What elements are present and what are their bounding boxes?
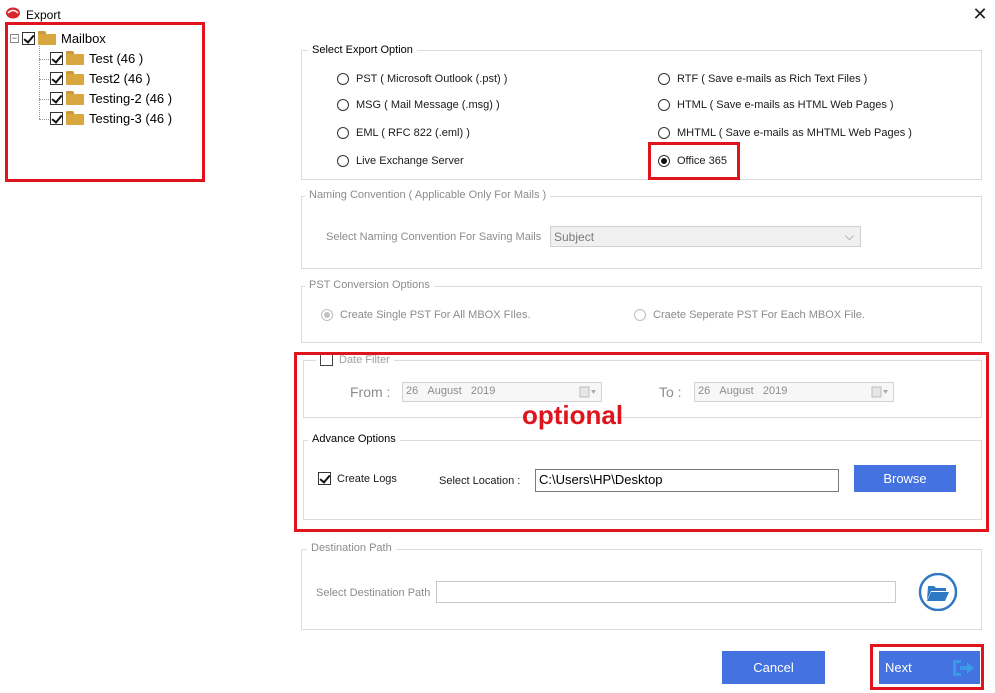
radio-label: Create Single PST For All MBOX FIles. bbox=[340, 309, 531, 321]
radio-label: RTF ( Save e-mails as Rich Text Files ) bbox=[677, 73, 868, 85]
naming-legend: Naming Convention ( Applicable Only For … bbox=[305, 189, 551, 201]
radio-label: PST ( Microsoft Outlook (.pst) ) bbox=[356, 73, 508, 85]
radio-label: MSG ( Mail Message (.msg) ) bbox=[356, 99, 500, 111]
radio-label: HTML ( Save e-mails as HTML Web Pages ) bbox=[677, 99, 894, 111]
destination-label: Select Destination Path bbox=[316, 587, 431, 599]
radio-circle[interactable] bbox=[337, 127, 349, 139]
radio-circle[interactable] bbox=[634, 309, 646, 321]
pst-conversion-legend: PST Conversion Options bbox=[305, 279, 434, 291]
radio-circle[interactable] bbox=[658, 127, 670, 139]
radio-label: Live Exchange Server bbox=[356, 155, 464, 167]
radio-circle[interactable] bbox=[321, 309, 333, 321]
radio-circle[interactable] bbox=[658, 73, 670, 85]
radio-label: Craete Seperate PST For Each MBOX File. bbox=[653, 309, 865, 321]
highlight-office365 bbox=[648, 142, 740, 180]
radio-html[interactable]: HTML ( Save e-mails as HTML Web Pages ) bbox=[658, 99, 894, 111]
radio-separate-pst[interactable]: Craete Seperate PST For Each MBOX File. bbox=[634, 309, 865, 321]
radio-circle[interactable] bbox=[337, 99, 349, 111]
highlight-next bbox=[870, 644, 984, 690]
naming-select[interactable]: Subject ⌵ bbox=[550, 226, 861, 247]
radio-live-exchange[interactable]: Live Exchange Server bbox=[337, 155, 464, 167]
radio-pst[interactable]: PST ( Microsoft Outlook (.pst) ) bbox=[337, 73, 507, 85]
radio-eml[interactable]: EML ( RFC 822 (.eml) ) bbox=[337, 127, 470, 139]
destination-legend: Destination Path bbox=[307, 542, 396, 554]
folder-open-icon[interactable] bbox=[918, 573, 958, 611]
highlight-tree bbox=[5, 22, 205, 182]
radio-msg[interactable]: MSG ( Mail Message (.msg) ) bbox=[337, 99, 500, 111]
radio-mhtml[interactable]: MHTML ( Save e-mails as MHTML Web Pages … bbox=[658, 127, 912, 139]
destination-input[interactable] bbox=[436, 581, 896, 603]
close-icon[interactable]: ✕ bbox=[970, 4, 990, 24]
highlight-optional bbox=[294, 352, 989, 532]
cancel-button[interactable]: Cancel bbox=[722, 651, 825, 684]
naming-select-value: Subject bbox=[554, 230, 595, 244]
radio-circle[interactable] bbox=[658, 99, 670, 111]
radio-label: MHTML ( Save e-mails as MHTML Web Pages … bbox=[677, 127, 912, 139]
radio-label: EML ( RFC 822 (.eml) ) bbox=[356, 127, 470, 139]
chevron-down-icon: ⌵ bbox=[844, 229, 854, 243]
app-logo-icon bbox=[6, 7, 20, 19]
radio-circle[interactable] bbox=[337, 155, 349, 167]
radio-single-pst[interactable]: Create Single PST For All MBOX FIles. bbox=[321, 309, 531, 321]
window-title: Export bbox=[26, 8, 61, 22]
export-option-legend: Select Export Option bbox=[308, 44, 417, 56]
radio-circle[interactable] bbox=[337, 73, 349, 85]
radio-rtf[interactable]: RTF ( Save e-mails as Rich Text Files ) bbox=[658, 73, 867, 85]
naming-label: Select Naming Convention For Saving Mail… bbox=[326, 231, 542, 243]
